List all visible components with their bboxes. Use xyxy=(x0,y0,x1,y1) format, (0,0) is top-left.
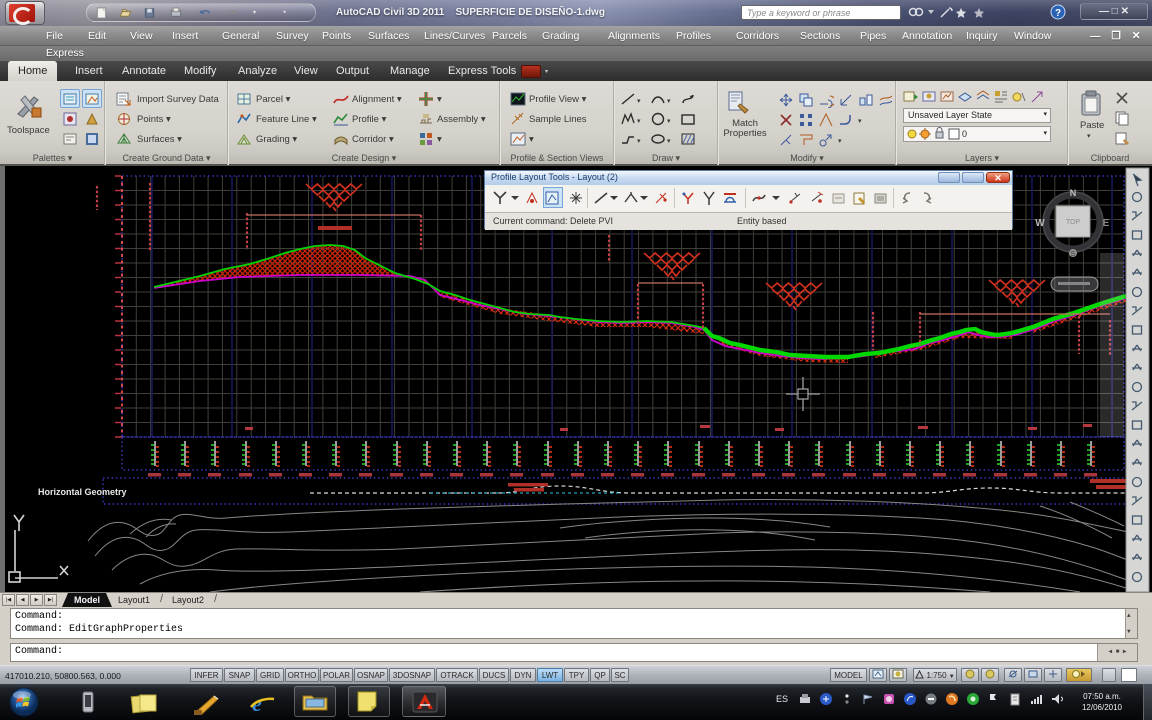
svg-text:W: W xyxy=(1035,218,1045,229)
svg-text:TOP: TOP xyxy=(1066,219,1081,226)
svg-text:S: S xyxy=(1071,251,1076,258)
svg-text:?: ? xyxy=(1055,8,1061,19)
svg-text:E: E xyxy=(1103,218,1110,229)
svg-text:N: N xyxy=(1070,188,1077,198)
svg-text:Horizontal Geometry: Horizontal Geometry xyxy=(38,487,127,497)
